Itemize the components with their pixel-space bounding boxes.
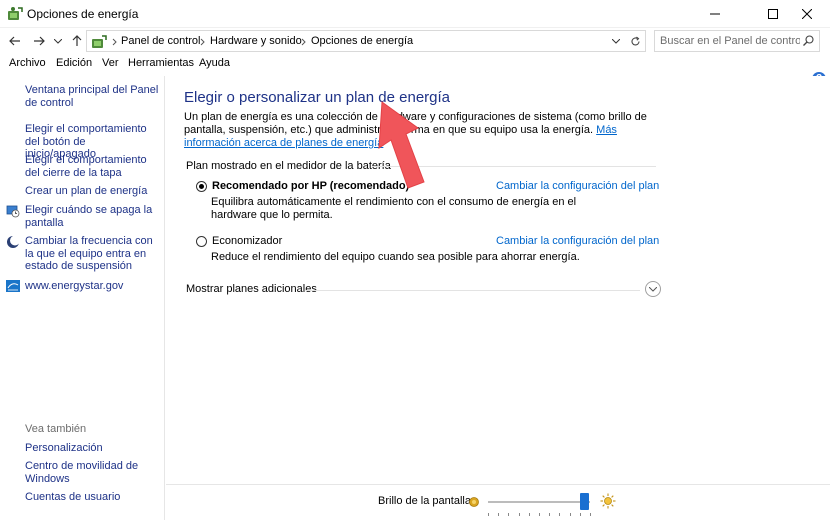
back-button[interactable] bbox=[6, 32, 24, 50]
energy-star-icon bbox=[6, 280, 20, 292]
slider-tick bbox=[508, 513, 510, 516]
brightness-label: Brillo de la pantalla: bbox=[378, 495, 475, 507]
menu-bar: Archivo Edición Ver Herramientas Ayuda bbox=[0, 55, 830, 73]
arrow-left-icon bbox=[9, 36, 20, 46]
address-dropdown-button[interactable] bbox=[608, 33, 624, 49]
sidebar-link-create-plan[interactable]: Crear un plan de energía bbox=[25, 185, 159, 198]
slider-tick bbox=[559, 513, 561, 516]
address-box[interactable]: Panel de control Hardware y sonido Opcio… bbox=[86, 30, 627, 52]
slider-tick bbox=[539, 513, 540, 516]
breadcrumb-hardware-sound[interactable]: Hardware y sonido bbox=[210, 35, 302, 47]
show-additional-plans[interactable]: Mostrar planes adicionales bbox=[186, 283, 317, 295]
see-also-mobility-center[interactable]: Centro de movilidad de Windows bbox=[25, 460, 159, 485]
plan-radio-economizer[interactable] bbox=[196, 236, 207, 247]
see-also-user-accounts[interactable]: Cuentas de usuario bbox=[25, 491, 159, 504]
control-panel-icon bbox=[92, 35, 107, 48]
battery-meter-section-label: Plan mostrado en el medidor de la baterí… bbox=[186, 160, 391, 172]
window-title: Opciones de energía bbox=[27, 7, 139, 21]
brightness-bar: Brillo de la pantalla: bbox=[166, 484, 830, 520]
breadcrumb-control-panel[interactable]: Panel de control bbox=[121, 35, 201, 47]
slider-tick bbox=[488, 513, 489, 516]
expand-additional-plans-button[interactable] bbox=[645, 281, 661, 297]
close-icon bbox=[802, 9, 812, 19]
main-content: Elegir o personalizar un plan de energía… bbox=[166, 76, 830, 484]
sidebar-link-energystar[interactable]: www.energystar.gov bbox=[25, 280, 159, 293]
arrow-right-icon bbox=[34, 36, 45, 46]
slider-tick bbox=[590, 513, 591, 516]
slider-tick bbox=[579, 513, 581, 516]
slider-tick bbox=[518, 513, 520, 516]
plan-description-economizer: Reduce el rendimiento del equipo cuando … bbox=[211, 251, 580, 263]
menu-ver[interactable]: Ver bbox=[102, 57, 119, 69]
brightness-low-icon bbox=[469, 497, 479, 507]
plan-description-recommended: Equilibra automáticamente el rendimiento… bbox=[211, 196, 577, 221]
additional-plans-divider bbox=[306, 290, 640, 291]
maximize-icon bbox=[768, 9, 778, 19]
slider-tick bbox=[569, 513, 571, 516]
minimize-icon bbox=[710, 13, 720, 15]
menu-ayuda[interactable]: Ayuda bbox=[199, 57, 230, 69]
plan-change-settings-link-recommended[interactable]: Cambiar la configuración del plan bbox=[496, 180, 659, 192]
arrow-up-icon bbox=[72, 35, 82, 46]
refresh-icon bbox=[631, 36, 640, 45]
see-also-personalization[interactable]: Personalización bbox=[25, 442, 159, 455]
power-options-icon bbox=[8, 7, 23, 20]
slider-tick bbox=[549, 513, 551, 516]
title-bar: Opciones de energía bbox=[0, 0, 830, 28]
close-button[interactable] bbox=[784, 0, 830, 28]
search-icon[interactable] bbox=[803, 35, 814, 46]
see-also-heading: Vea también bbox=[25, 423, 87, 435]
left-navigation-pane: Ventana principal del Panel de control E… bbox=[0, 76, 165, 520]
chevron-down-icon bbox=[54, 38, 62, 44]
chevron-down-icon bbox=[612, 38, 620, 44]
brightness-slider-track[interactable] bbox=[488, 501, 590, 503]
slider-tick bbox=[528, 513, 530, 516]
slider-tick bbox=[498, 513, 500, 516]
menu-archivo[interactable]: Archivo bbox=[9, 57, 46, 69]
brightness-high-icon bbox=[600, 493, 616, 509]
monitor-clock-icon bbox=[6, 205, 20, 218]
up-button[interactable] bbox=[68, 32, 86, 50]
recent-locations-button[interactable] bbox=[52, 32, 64, 50]
chevron-down-icon bbox=[649, 286, 657, 292]
plan-name-economizer[interactable]: Economizador bbox=[212, 235, 282, 247]
search-box[interactable] bbox=[654, 30, 820, 52]
brightness-slider-thumb[interactable] bbox=[580, 493, 590, 510]
chevron-right-icon bbox=[112, 38, 117, 46]
menu-edicion[interactable]: Edición bbox=[56, 57, 92, 69]
sidebar-link-lid-behavior[interactable]: Elegir el comportamiento del cierre de l… bbox=[25, 154, 159, 179]
navigation-bar: Panel de control Hardware y sonido Opcio… bbox=[0, 28, 830, 52]
forward-button[interactable] bbox=[30, 32, 48, 50]
chevron-right-icon[interactable] bbox=[199, 35, 207, 49]
menu-herramientas[interactable]: Herramientas bbox=[128, 57, 194, 69]
breadcrumb-power-options[interactable]: Opciones de energía bbox=[311, 35, 413, 47]
annotation-arrow-icon bbox=[378, 101, 425, 189]
plan-change-settings-link-economizer[interactable]: Cambiar la configuración del plan bbox=[496, 235, 659, 247]
refresh-button[interactable] bbox=[626, 30, 646, 52]
moon-icon bbox=[7, 235, 20, 248]
minimize-button[interactable] bbox=[692, 0, 738, 28]
sidebar-link-control-panel-home[interactable]: Ventana principal del Panel de control bbox=[25, 84, 159, 109]
sidebar-link-display-off[interactable]: Elegir cuándo se apaga la pantalla bbox=[25, 204, 159, 229]
search-input[interactable] bbox=[660, 34, 800, 48]
chevron-right-icon[interactable] bbox=[300, 35, 308, 49]
plan-radio-recommended[interactable] bbox=[196, 181, 207, 192]
sidebar-link-sleep-frequency[interactable]: Cambiar la frecuencia con la que el equi… bbox=[25, 235, 159, 273]
